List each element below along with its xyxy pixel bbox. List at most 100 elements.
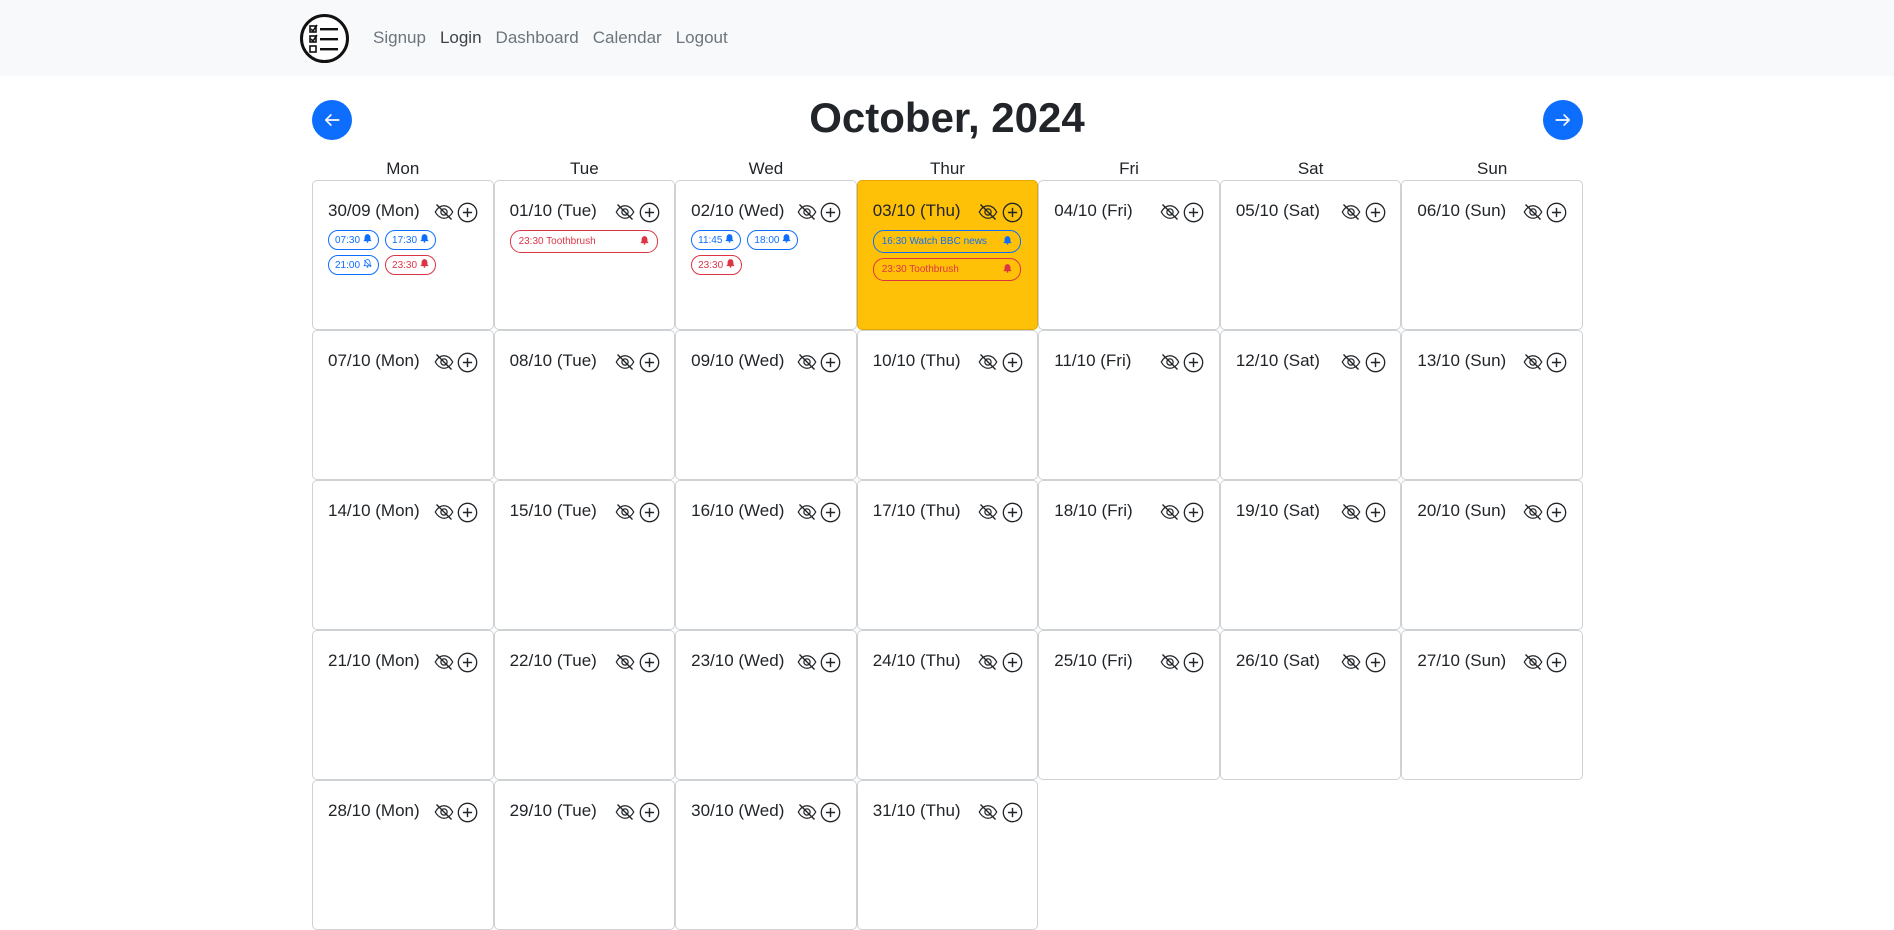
nav-signup-link[interactable]: Signup (373, 28, 426, 48)
eye-slash-icon[interactable] (1340, 651, 1362, 673)
day-cell[interactable]: 20/10 (Sun) (1401, 480, 1583, 630)
eye-slash-icon[interactable] (614, 801, 636, 823)
day-cell[interactable]: 30/09 (Mon) 07:30 17:30 21:00 23:30 (312, 180, 494, 330)
add-event-icon[interactable] (457, 351, 479, 373)
event-pill[interactable]: 16:30 Watch BBC news (872, 230, 1021, 253)
eye-slash-icon[interactable] (796, 801, 818, 823)
day-cell[interactable]: 06/10 (Sun) (1401, 180, 1583, 330)
day-cell[interactable]: 22/10 (Tue) (493, 630, 676, 780)
day-cell[interactable]: 27/10 (Sun) (1401, 630, 1583, 780)
eye-slash-icon[interactable] (614, 501, 636, 523)
add-event-icon[interactable] (1546, 351, 1568, 373)
day-cell[interactable]: 26/10 (Sat) (1219, 630, 1402, 780)
event-pill[interactable]: 18:00 (747, 230, 799, 250)
add-event-icon[interactable] (457, 651, 479, 673)
add-event-icon[interactable] (638, 201, 660, 223)
day-cell[interactable]: 29/10 (Tue) (493, 780, 676, 930)
day-cell[interactable]: 02/10 (Wed) 11:45 18:00 23:30 (675, 180, 857, 330)
eye-slash-icon[interactable] (433, 651, 455, 673)
day-cell[interactable]: 16/10 (Wed) (675, 480, 857, 630)
eye-slash-icon[interactable] (1522, 201, 1544, 223)
add-event-icon[interactable] (638, 351, 660, 373)
eye-slash-icon[interactable] (614, 351, 636, 373)
day-cell[interactable]: 31/10 (Thu) (856, 780, 1039, 930)
eye-slash-icon[interactable] (1522, 351, 1544, 373)
add-event-icon[interactable] (1001, 651, 1023, 673)
day-cell[interactable]: 13/10 (Sun) (1401, 330, 1583, 480)
add-event-icon[interactable] (457, 501, 479, 523)
nav-calendar-link[interactable]: Calendar (593, 28, 662, 48)
next-month-button[interactable] (1543, 100, 1583, 140)
eye-slash-icon[interactable] (1159, 501, 1181, 523)
day-cell[interactable]: 15/10 (Tue) (493, 480, 676, 630)
event-pill[interactable]: 11:45 (691, 230, 742, 250)
add-event-icon[interactable] (1183, 651, 1205, 673)
add-event-icon[interactable] (1001, 201, 1023, 223)
eye-slash-icon[interactable] (433, 351, 455, 373)
add-event-icon[interactable] (820, 801, 842, 823)
day-cell[interactable]: 11/10 (Fri) (1038, 330, 1220, 480)
event-pill[interactable]: 21:00 (328, 255, 380, 275)
day-cell[interactable]: 24/10 (Thu) (856, 630, 1039, 780)
add-event-icon[interactable] (820, 651, 842, 673)
eye-slash-icon[interactable] (977, 801, 999, 823)
day-cell[interactable]: 25/10 (Fri) (1038, 630, 1220, 780)
add-event-icon[interactable] (1364, 501, 1386, 523)
eye-slash-icon[interactable] (1522, 651, 1544, 673)
eye-slash-icon[interactable] (977, 351, 999, 373)
add-event-icon[interactable] (1364, 201, 1386, 223)
add-event-icon[interactable] (820, 351, 842, 373)
day-cell[interactable]: 04/10 (Fri) (1038, 180, 1220, 330)
add-event-icon[interactable] (1183, 201, 1205, 223)
add-event-icon[interactable] (1546, 201, 1568, 223)
add-event-icon[interactable] (1001, 351, 1023, 373)
day-cell[interactable]: 10/10 (Thu) (856, 330, 1039, 480)
add-event-icon[interactable] (1364, 351, 1386, 373)
add-event-icon[interactable] (1001, 801, 1023, 823)
eye-slash-icon[interactable] (1522, 501, 1544, 523)
day-cell[interactable]: 09/10 (Wed) (675, 330, 857, 480)
day-cell[interactable]: 21/10 (Mon) (312, 630, 494, 780)
eye-slash-icon[interactable] (1159, 201, 1181, 223)
day-cell[interactable]: 23/10 (Wed) (675, 630, 857, 780)
add-event-icon[interactable] (457, 801, 479, 823)
eye-slash-icon[interactable] (796, 201, 818, 223)
eye-slash-icon[interactable] (796, 351, 818, 373)
day-cell[interactable]: 08/10 (Tue) (493, 330, 676, 480)
add-event-icon[interactable] (457, 201, 479, 223)
event-pill[interactable]: 23:30 (385, 255, 437, 275)
event-pill[interactable]: 23:30 Toothbrush (509, 230, 658, 253)
eye-slash-icon[interactable] (614, 651, 636, 673)
eye-slash-icon[interactable] (1340, 501, 1362, 523)
day-cell[interactable]: 14/10 (Mon) (312, 480, 494, 630)
add-event-icon[interactable] (638, 801, 660, 823)
eye-slash-icon[interactable] (614, 201, 636, 223)
event-pill[interactable]: 07:30 (328, 230, 380, 250)
eye-slash-icon[interactable] (1340, 201, 1362, 223)
eye-slash-icon[interactable] (796, 651, 818, 673)
nav-dashboard-link[interactable]: Dashboard (496, 28, 579, 48)
eye-slash-icon[interactable] (1159, 351, 1181, 373)
day-cell[interactable]: 01/10 (Tue) 23:30 Toothbrush (493, 180, 676, 330)
add-event-icon[interactable] (638, 651, 660, 673)
checklist-logo-icon[interactable] (300, 14, 349, 63)
day-cell[interactable]: 05/10 (Sat) (1219, 180, 1402, 330)
add-event-icon[interactable] (1001, 501, 1023, 523)
eye-slash-icon[interactable] (1159, 651, 1181, 673)
day-cell[interactable]: 12/10 (Sat) (1219, 330, 1402, 480)
event-pill[interactable]: 23:30 (691, 255, 743, 275)
add-event-icon[interactable] (1183, 351, 1205, 373)
day-cell[interactable]: 28/10 (Mon) (312, 780, 494, 930)
day-cell[interactable]: 07/10 (Mon) (312, 330, 494, 480)
add-event-icon[interactable] (1546, 651, 1568, 673)
eye-slash-icon[interactable] (1340, 351, 1362, 373)
add-event-icon[interactable] (1364, 651, 1386, 673)
day-cell[interactable]: 19/10 (Sat) (1219, 480, 1402, 630)
event-pill[interactable]: 23:30 Toothbrush (872, 258, 1021, 281)
eye-slash-icon[interactable] (433, 501, 455, 523)
add-event-icon[interactable] (1183, 501, 1205, 523)
eye-slash-icon[interactable] (433, 801, 455, 823)
event-pill[interactable]: 17:30 (385, 230, 437, 250)
add-event-icon[interactable] (820, 201, 842, 223)
add-event-icon[interactable] (1546, 501, 1568, 523)
